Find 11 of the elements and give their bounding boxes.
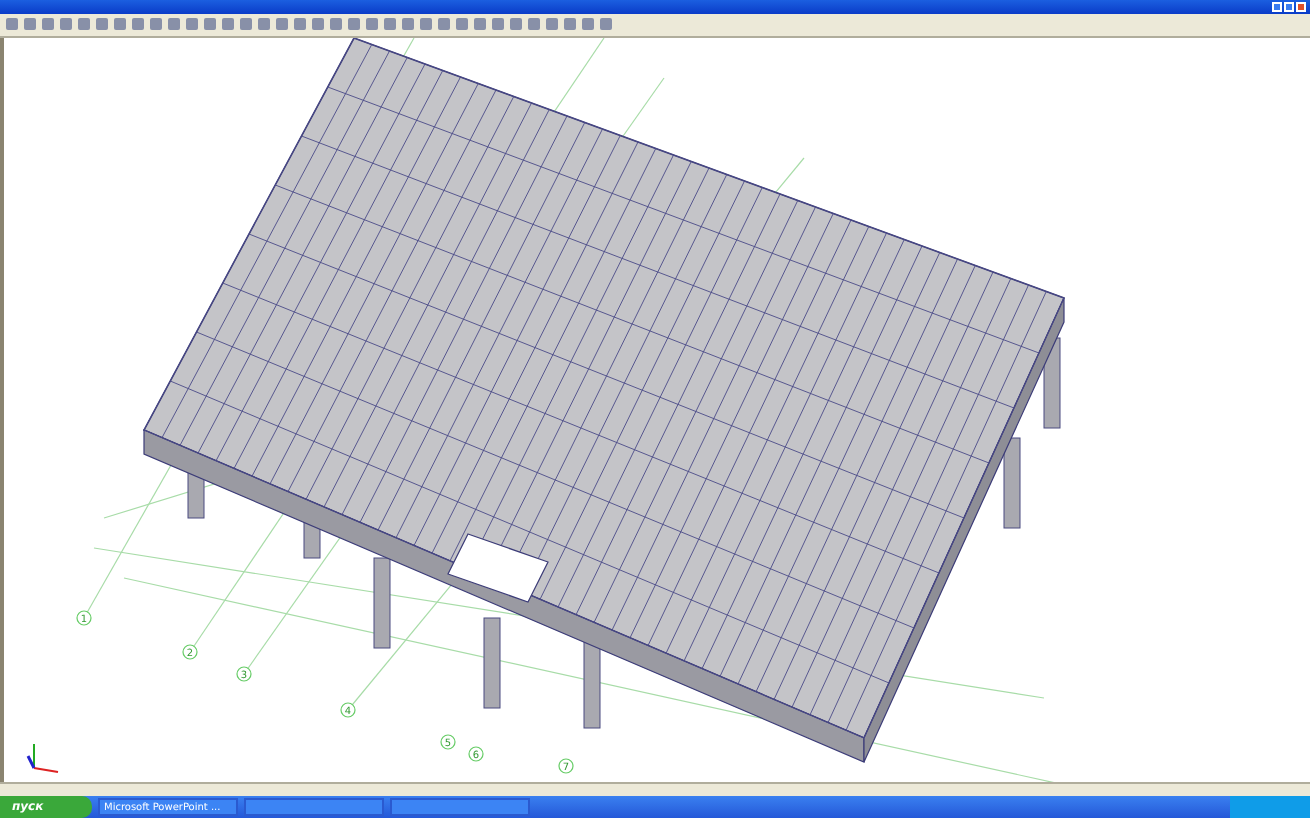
column	[373, 557, 391, 649]
system-tray	[1230, 796, 1310, 818]
column	[583, 637, 601, 729]
maximize-icon[interactable]	[1284, 1, 1294, 12]
taskbar-button[interactable]	[390, 798, 530, 816]
close-icon[interactable]	[1296, 1, 1306, 12]
minimize-icon[interactable]	[1272, 1, 1282, 12]
column	[1003, 437, 1021, 529]
taskbar-button[interactable]	[244, 798, 384, 816]
column	[483, 617, 501, 709]
axis-triad-icon	[26, 743, 59, 774]
